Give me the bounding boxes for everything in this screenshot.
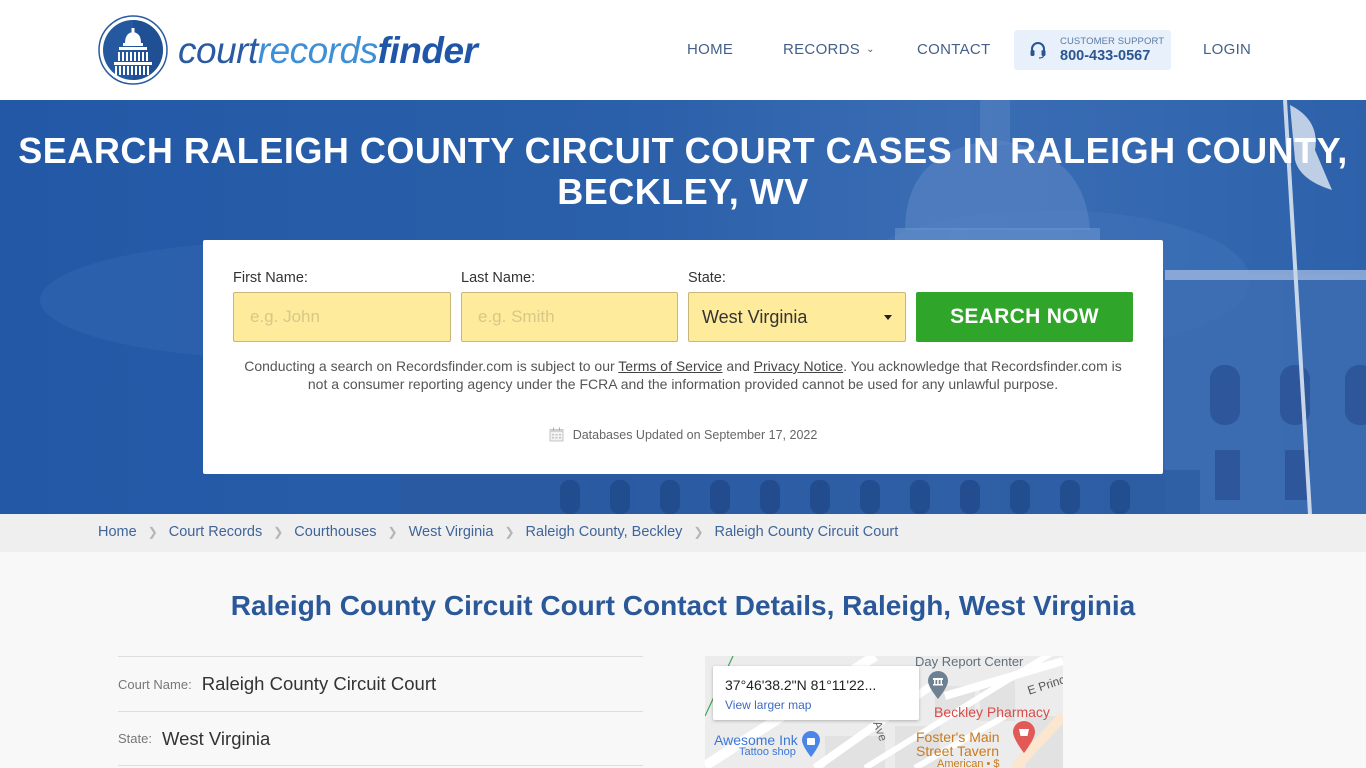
search-now-button[interactable]: SEARCH NOW (916, 292, 1133, 342)
shopping-pin-icon[interactable] (801, 730, 821, 758)
site-header: courtrecordsfinder HOME RECORDS ⌄ CONTACT… (0, 0, 1366, 100)
disclaimer-text-1: Conducting a search on Recordsfinder.com… (244, 358, 619, 374)
poi-beckley-pharmacy[interactable]: Beckley Pharmacy (934, 704, 1050, 720)
hero-title: SEARCH RALEIGH COUNTY CIRCUIT COURT CASE… (18, 130, 1348, 212)
chevron-right-icon: ❯ (273, 525, 284, 539)
chevron-right-icon: ❯ (147, 525, 158, 539)
detail-label: Court Name: (118, 676, 192, 692)
search-form: First Name: Last Name: State: West Virgi… (203, 240, 1163, 474)
breadcrumb-courthouses[interactable]: Courthouses (294, 524, 376, 540)
poi-fosters-tavern-line2[interactable]: Street Tavern (916, 744, 999, 758)
breadcrumb-list: Home ❯ Court Records ❯ Courthouses ❯ Wes… (98, 524, 898, 540)
chevron-right-icon: ❯ (693, 525, 704, 539)
chevron-right-icon: ❯ (504, 525, 515, 539)
poi-fosters-tavern-line1[interactable]: Foster's Main (916, 730, 1000, 744)
capitol-dome-icon (98, 15, 168, 85)
detail-label: State: (118, 731, 152, 746)
logo-wordmark: courtrecordsfinder (178, 29, 478, 71)
detail-row-court-name: Court Name: Raleigh County Circuit Court (118, 656, 643, 711)
poi-awesome-ink-type: Tattoo shop (739, 746, 796, 758)
state-select[interactable]: West Virginia (688, 292, 906, 342)
breadcrumb-state[interactable]: West Virginia (409, 524, 494, 540)
caret-down-icon (884, 315, 892, 320)
support-label: CUSTOMER SUPPORT (1060, 35, 1165, 47)
nav-records[interactable]: RECORDS ⌄ (783, 41, 875, 58)
nav-records-label: RECORDS (783, 41, 861, 58)
location-map[interactable]: 37°46'38.2"N 81°11'22... View larger map… (705, 656, 1063, 768)
hero-banner: SEARCH RALEIGH COUNTY CIRCUIT COURT CASE… (0, 100, 1366, 514)
headset-icon (1030, 42, 1046, 59)
logo-word-records: records (257, 29, 378, 71)
chevron-right-icon: ❯ (387, 525, 398, 539)
chevron-down-icon: ⌄ (866, 44, 875, 55)
last-name-input[interactable] (461, 292, 678, 342)
nav-home[interactable]: HOME (687, 41, 733, 58)
breadcrumb-current: Raleigh County Circuit Court (714, 524, 899, 540)
page-title: Raleigh County Circuit Court Contact Det… (230, 590, 1136, 621)
view-larger-map-link[interactable]: View larger map (725, 698, 811, 712)
state-label: State: (688, 270, 726, 286)
pharmacy-pin-icon[interactable] (1012, 720, 1036, 754)
nav-contact[interactable]: CONTACT (917, 41, 990, 58)
detail-value: Raleigh County Circuit Court (201, 673, 437, 694)
breadcrumb-court-records[interactable]: Court Records (169, 524, 262, 540)
detail-value: West Virginia (161, 727, 271, 749)
support-phone: 800-433-0567 (1060, 48, 1151, 64)
support-text: CUSTOMER SUPPORT 800-433-0567 (1060, 35, 1165, 64)
customer-support-button[interactable]: CUSTOMER SUPPORT 800-433-0567 (1014, 30, 1171, 70)
breadcrumb-home[interactable]: Home (98, 524, 137, 540)
breadcrumb-county[interactable]: Raleigh County, Beckley (526, 524, 683, 540)
state-select-value: West Virginia (702, 307, 808, 327)
first-name-label: First Name: (233, 270, 308, 286)
court-details: Court Name: Raleigh County Circuit Court… (118, 656, 643, 766)
first-name-input[interactable] (233, 292, 451, 342)
database-updated-text: Databases Updated on September 17, 2022 (572, 427, 818, 442)
logo-word-court: court (178, 29, 258, 71)
database-updated-note: Databases Updated on September 17, 2022 (203, 427, 1163, 442)
search-disclaimer: Conducting a search on Recordsfinder.com… (243, 357, 1123, 393)
terms-of-service-link[interactable]: Terms of Service (618, 358, 722, 374)
map-coordinates: 37°46'38.2"N 81°11'22... (725, 677, 877, 693)
poi-day-report-center[interactable]: Day Report Center (915, 656, 1023, 669)
calendar-icon (549, 427, 564, 442)
logo-link[interactable]: courtrecordsfinder (98, 15, 478, 85)
last-name-label: Last Name: (461, 270, 536, 286)
breadcrumb: Home ❯ Court Records ❯ Courthouses ❯ Wes… (0, 514, 1366, 552)
poi-fosters-tavern-type: American • $ (937, 758, 1000, 768)
logo-word-finder: finder (377, 29, 478, 71)
courthouse-pin-icon[interactable] (927, 670, 949, 700)
detail-row-state: State: West Virginia (118, 711, 643, 766)
map-info-popup: 37°46'38.2"N 81°11'22... View larger map (713, 666, 919, 720)
disclaimer-text-2: and (722, 358, 754, 374)
privacy-notice-link[interactable]: Privacy Notice (754, 358, 843, 374)
nav-login[interactable]: LOGIN (1203, 41, 1251, 58)
